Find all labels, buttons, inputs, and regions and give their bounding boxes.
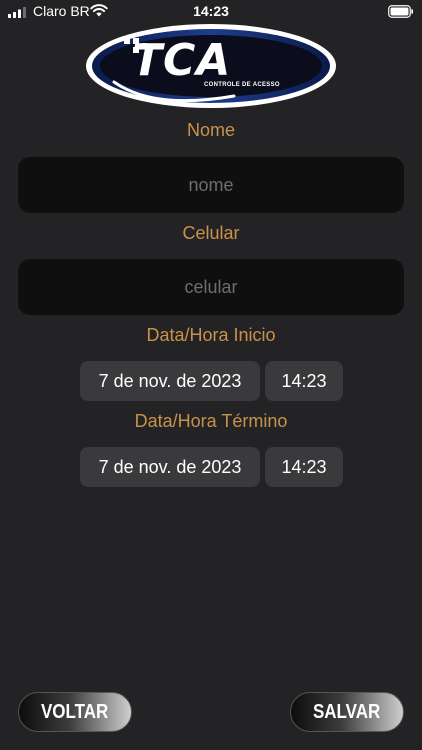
- status-bar: Claro BR 14:23: [0, 0, 422, 24]
- end-datetime-label: Data/Hora Término: [134, 411, 288, 431]
- start-time-picker[interactable]: 14:23: [265, 361, 343, 401]
- phone-label: Celular: [182, 223, 240, 243]
- logo-subtitle: CONTROLE DE ACESSO: [204, 82, 280, 88]
- save-button-label: SALVAR: [313, 700, 381, 723]
- name-label: Nome: [186, 120, 235, 140]
- start-date-picker[interactable]: 7 de nov. de 2023: [80, 361, 260, 401]
- back-button-label: VOLTAR: [41, 700, 109, 723]
- save-button[interactable]: SALVAR: [290, 692, 404, 732]
- battery-icon: [388, 5, 413, 18]
- phone-field[interactable]: [18, 259, 404, 315]
- end-time-picker[interactable]: 14:23: [265, 447, 343, 487]
- start-datetime-label: Data/Hora Inicio: [146, 325, 276, 345]
- status-bar-time: 14:23: [193, 3, 229, 19]
- name-field[interactable]: [18, 157, 404, 213]
- end-date-picker[interactable]: 7 de nov. de 2023: [80, 447, 260, 487]
- back-button[interactable]: VOLTAR: [18, 692, 132, 732]
- logo-text: TCA: [132, 35, 232, 86]
